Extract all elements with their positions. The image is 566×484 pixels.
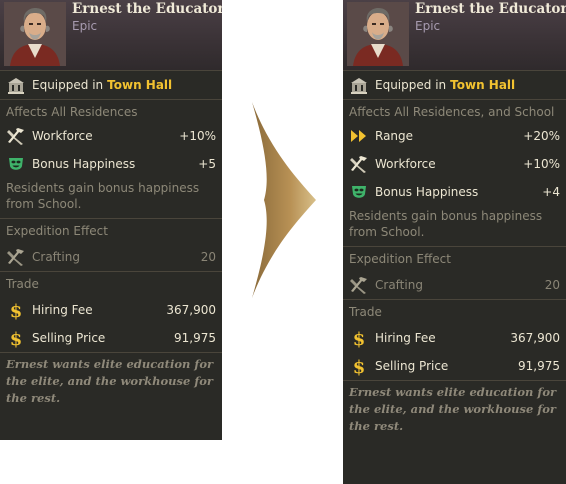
stat-row-workforce: Workforce +10% bbox=[6, 122, 216, 150]
portrait-avatar bbox=[347, 2, 409, 66]
equipped-prefix: Equipped in bbox=[375, 78, 447, 92]
stat-label: Crafting bbox=[32, 250, 80, 264]
equipped-section: Equipped in Town Hall bbox=[0, 71, 222, 100]
selling-price-label: Selling Price bbox=[32, 331, 106, 345]
hammer-wrench-icon bbox=[349, 275, 369, 295]
effects-section: Affects All Residences Workforce +10% Bo… bbox=[0, 100, 222, 219]
stat-row-bonus-happiness: Bonus Happiness +4 bbox=[349, 178, 560, 206]
stat-label: Crafting bbox=[375, 278, 423, 292]
hiring-fee-row: Hiring Fee 367,900 bbox=[349, 324, 560, 352]
effects-section: Affects All Residences, and School Range… bbox=[343, 100, 566, 247]
stat-value: 20 bbox=[200, 250, 216, 264]
selling-price-row: Selling Price 91,975 bbox=[6, 324, 216, 352]
equipped-location: Town Hall bbox=[450, 78, 516, 92]
hiring-fee-row: Hiring Fee 367,900 bbox=[6, 296, 216, 324]
coin-icon bbox=[349, 328, 369, 348]
range-arrows-icon bbox=[349, 126, 369, 146]
stat-value: +5 bbox=[198, 157, 216, 171]
happy-mask-icon bbox=[349, 182, 369, 202]
stat-row-crafting: Crafting 20 bbox=[349, 271, 560, 299]
stat-value: 20 bbox=[544, 278, 560, 292]
rarity-label: Epic bbox=[415, 19, 441, 33]
hiring-fee-value: 367,900 bbox=[166, 303, 216, 317]
stat-row-bonus-happiness: Bonus Happiness +5 bbox=[6, 150, 216, 178]
selling-price-value: 91,975 bbox=[174, 331, 216, 345]
stat-value: +10% bbox=[179, 129, 216, 143]
expedition-section: Expedition Effect Crafting 20 bbox=[0, 219, 222, 272]
happy-mask-icon bbox=[6, 154, 26, 174]
stat-row-range: Range +20% bbox=[349, 122, 560, 150]
specialist-name: Ernest the Educator bbox=[415, 1, 566, 17]
stat-label: Workforce bbox=[32, 129, 93, 143]
flavor-text: Ernest wants elite education for the eli… bbox=[349, 385, 557, 433]
stat-value: +20% bbox=[523, 129, 560, 143]
flavor-text: Ernest wants elite education for the eli… bbox=[6, 357, 214, 405]
tooltip-card-after: Ernest the Educator Epic Equipped in Tow… bbox=[343, 0, 566, 484]
trade-title: Trade bbox=[349, 305, 382, 319]
card-header: Ernest the Educator Epic bbox=[0, 0, 222, 71]
stat-label: Range bbox=[375, 129, 414, 143]
building-icon bbox=[6, 75, 26, 95]
hiring-fee-value: 367,900 bbox=[510, 331, 560, 345]
equipped-prefix: Equipped in bbox=[32, 78, 104, 92]
selling-price-label: Selling Price bbox=[375, 359, 449, 373]
expedition-section: Expedition Effect Crafting 20 bbox=[343, 247, 566, 300]
hiring-fee-label: Hiring Fee bbox=[32, 303, 93, 317]
arrow-right-icon bbox=[252, 102, 316, 298]
stat-row-workforce: Workforce +10% bbox=[349, 150, 560, 178]
coin-icon bbox=[6, 300, 26, 320]
stat-value: +4 bbox=[542, 185, 560, 199]
stat-value: +10% bbox=[523, 157, 560, 171]
coin-icon bbox=[6, 328, 26, 348]
stat-label: Bonus Happiness bbox=[375, 185, 479, 199]
description-text: Residents gain bonus happiness from Scho… bbox=[6, 181, 200, 211]
hammer-wrench-icon bbox=[6, 247, 26, 267]
affects-text: Affects All Residences, and School bbox=[349, 105, 555, 119]
selling-price-value: 91,975 bbox=[518, 359, 560, 373]
selling-price-row: Selling Price 91,975 bbox=[349, 352, 560, 380]
expedition-title: Expedition Effect bbox=[6, 224, 108, 238]
stat-label: Workforce bbox=[375, 157, 436, 171]
affects-text: Affects All Residences bbox=[6, 105, 138, 119]
trade-section: Trade Hiring Fee 367,900 Selling Price 9… bbox=[343, 300, 566, 381]
hiring-fee-label: Hiring Fee bbox=[375, 331, 436, 345]
rarity-label: Epic bbox=[72, 19, 98, 33]
stat-label: Bonus Happiness bbox=[32, 157, 136, 171]
equipped-section: Equipped in Town Hall bbox=[343, 71, 566, 100]
expedition-title: Expedition Effect bbox=[349, 252, 451, 266]
hammer-wrench-icon bbox=[6, 126, 26, 146]
tooltip-card-before: Ernest the Educator Epic Equipped in Tow… bbox=[0, 0, 222, 440]
trade-section: Trade Hiring Fee 367,900 Selling Price 9… bbox=[0, 272, 222, 353]
building-icon bbox=[349, 75, 369, 95]
portrait-avatar bbox=[4, 2, 66, 66]
trade-title: Trade bbox=[6, 277, 39, 291]
card-header: Ernest the Educator Epic bbox=[343, 0, 566, 71]
equipped-location: Town Hall bbox=[107, 78, 173, 92]
coin-icon bbox=[349, 356, 369, 376]
hammer-wrench-icon bbox=[349, 154, 369, 174]
description-text: Residents gain bonus happiness from Scho… bbox=[349, 209, 543, 239]
stat-row-crafting: Crafting 20 bbox=[6, 243, 216, 271]
specialist-name: Ernest the Educator bbox=[72, 1, 222, 17]
